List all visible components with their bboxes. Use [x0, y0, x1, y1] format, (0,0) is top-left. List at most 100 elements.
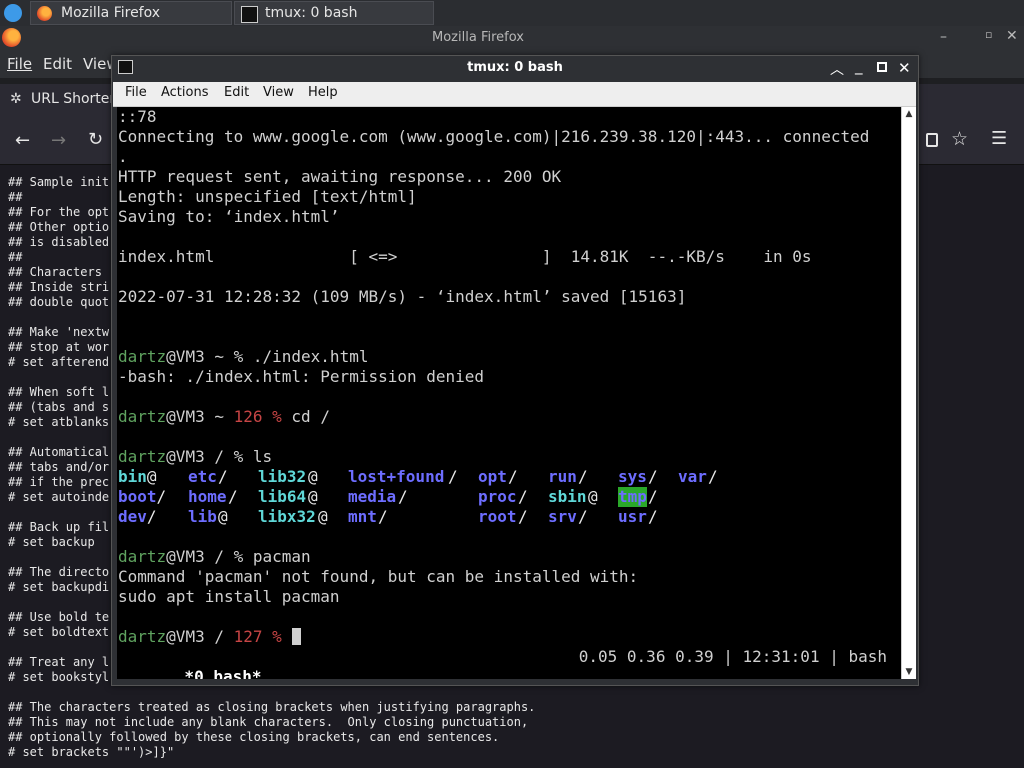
ls-entry: sbin — [548, 487, 587, 506]
config-line: ## Characters — [8, 265, 102, 279]
forward-icon[interactable]: → — [51, 130, 66, 151]
ls-row: boot/home / lib64 @ media / proc / sbin @ tmp / — [118, 487, 658, 507]
config-line: ## (tabs and s — [8, 400, 110, 414]
ls-entry: home — [188, 487, 227, 506]
config-line: ## The characters treated as closing bra… — [8, 700, 536, 714]
config-line: ## — [8, 190, 23, 204]
output-line: HTTP request sent, awaiting response... … — [118, 167, 562, 186]
prompt-line: dartz@VM3 ~ 126 % cd / — [118, 407, 330, 427]
config-line: # set bookstyl — [8, 670, 110, 684]
ls-entry: lib — [188, 507, 217, 526]
ls-suffix: / — [708, 467, 718, 486]
minimize-icon[interactable]: – — [940, 29, 947, 45]
prompt-user: dartz — [118, 547, 167, 566]
menu-actions[interactable]: Actions — [161, 85, 209, 100]
minimize-icon[interactable]: _ — [855, 57, 863, 75]
config-line: ## stop at wor — [8, 340, 110, 354]
reload-icon[interactable]: ↻ — [88, 129, 103, 150]
menu-hamburger-icon[interactable]: ☰ — [991, 128, 1007, 149]
terminal-output[interactable]: ::78 Connecting to www.google.com (www.g… — [117, 107, 901, 679]
menu-edit[interactable]: Edit — [43, 55, 72, 73]
ls-suffix: @ — [308, 487, 318, 506]
ls-suffix: / — [648, 487, 658, 506]
maximize-icon[interactable] — [877, 62, 887, 72]
config-line: ## The directo — [8, 565, 110, 579]
prompt-line: dartz@VM3 ~ % ./index.html — [118, 347, 368, 367]
config-line: ## For the opt — [8, 205, 110, 219]
taskbar-tab-firefox[interactable]: Mozilla Firefox — [30, 1, 232, 25]
ls-suffix: @ — [318, 507, 328, 526]
terminal-window-title: tmux: 0 bash — [467, 60, 563, 75]
ls-suffix: / — [578, 507, 588, 526]
ls-suffix: / — [648, 507, 658, 526]
shade-icon[interactable]: ︿ — [830, 59, 844, 79]
config-line: # set backupdi — [8, 580, 110, 594]
ls-suffix: @ — [218, 507, 228, 526]
close-icon[interactable]: ✕ — [1006, 28, 1018, 44]
config-line: ## Sample init — [8, 175, 110, 189]
prompt-host: @VM3 ~ — [166, 407, 234, 426]
output-line: sudo apt install pacman — [118, 587, 340, 606]
terminal-window: tmux: 0 bash ︿ _ ✕ File Actions Edit Vie… — [111, 55, 919, 686]
ls-entry: media — [348, 487, 397, 506]
cursor — [291, 628, 301, 645]
output-line: index.html [ <=> ] 14.81K --.-KB/s in 0s — [118, 247, 812, 266]
ls-suffix: / — [398, 487, 408, 506]
ls-entry: srv — [548, 507, 577, 526]
reader-view-icon[interactable] — [926, 133, 938, 147]
config-line: ## Back up fil — [8, 520, 110, 534]
ls-suffix: / — [508, 467, 518, 486]
ls-suffix: / — [648, 467, 658, 486]
terminal-titlebar[interactable]: tmux: 0 bash ︿ _ ✕ — [112, 56, 918, 82]
prompt-text: @VM3 / % ls — [166, 447, 273, 466]
ls-suffix: / — [578, 467, 588, 486]
exit-code: 126 % — [233, 407, 282, 426]
taskbar-tab-tmux[interactable]: tmux: 0 bash — [234, 1, 434, 25]
config-line: # set brackets ""')>]}" — [8, 745, 175, 759]
scroll-down-icon[interactable]: ▼ — [902, 665, 916, 679]
terminal-menubar: File Actions Edit View Help — [113, 82, 916, 107]
ls-entry: bin — [118, 467, 147, 486]
app-launcher-icon[interactable] — [4, 4, 22, 22]
scroll-up-icon[interactable]: ▲ — [902, 107, 916, 121]
ls-suffix: / — [146, 507, 157, 526]
output-line: Length: unspecified [text/html] — [118, 187, 417, 206]
back-icon[interactable]: ← — [15, 130, 30, 151]
ls-entry: proc — [478, 487, 517, 506]
ls-suffix: / — [218, 467, 228, 486]
ls-entry: sys — [618, 467, 647, 486]
ls-suffix: / — [518, 487, 528, 506]
menu-file[interactable]: File — [7, 55, 32, 73]
config-line: ## if the prec — [8, 475, 110, 489]
terminal-scrollbar[interactable]: ▲ ▼ — [901, 107, 916, 679]
terminal-icon — [241, 6, 258, 23]
taskbar-tab-label: Mozilla Firefox — [61, 5, 161, 21]
menu-help[interactable]: Help — [308, 85, 338, 100]
ls-entry: boot — [118, 487, 157, 506]
config-line: ## optionally followed by these closing … — [8, 730, 500, 744]
ls-entry: root — [478, 507, 517, 526]
taskbar: Mozilla Firefox tmux: 0 bash — [0, 0, 1024, 27]
tmux-status-bar: *0 bash* 0.05 0.36 0.39 | 12:31:01 | bas… — [117, 647, 901, 679]
ls-entry: lib32 — [258, 467, 307, 486]
ls-suffix: @ — [588, 487, 598, 506]
prompt-user: dartz — [118, 627, 167, 646]
config-line: ## This may not include any blank charac… — [8, 715, 529, 729]
tmux-window-label[interactable]: *0 bash* — [175, 667, 261, 679]
exit-code: 127 % — [233, 627, 282, 646]
menu-edit[interactable]: Edit — [224, 85, 249, 100]
prompt-line: dartz@VM3 / % pacman — [118, 547, 311, 567]
ls-entry: libx32 — [258, 507, 316, 526]
ls-entry: lost+found — [348, 467, 445, 486]
ls-row: bin@ etc / lib32 @ lost+found / opt / run / sys / var… — [118, 467, 718, 487]
close-icon[interactable]: ✕ — [898, 59, 911, 77]
ls-entry-highlighted: tmp — [618, 487, 647, 507]
prompt-user: dartz — [118, 447, 167, 466]
bookmark-url-shortener[interactable]: URL Shorter — [31, 91, 115, 107]
maximize-icon[interactable]: ▫ — [985, 28, 992, 41]
output-line: Saving to: ‘index.html’ — [118, 207, 340, 226]
bookmark-star-icon[interactable]: ☆ — [951, 128, 968, 150]
output-line: 2022-07-31 12:28:32 (109 MB/s) - ‘index.… — [118, 287, 687, 306]
menu-file[interactable]: File — [125, 85, 147, 100]
menu-view[interactable]: View — [263, 85, 294, 100]
